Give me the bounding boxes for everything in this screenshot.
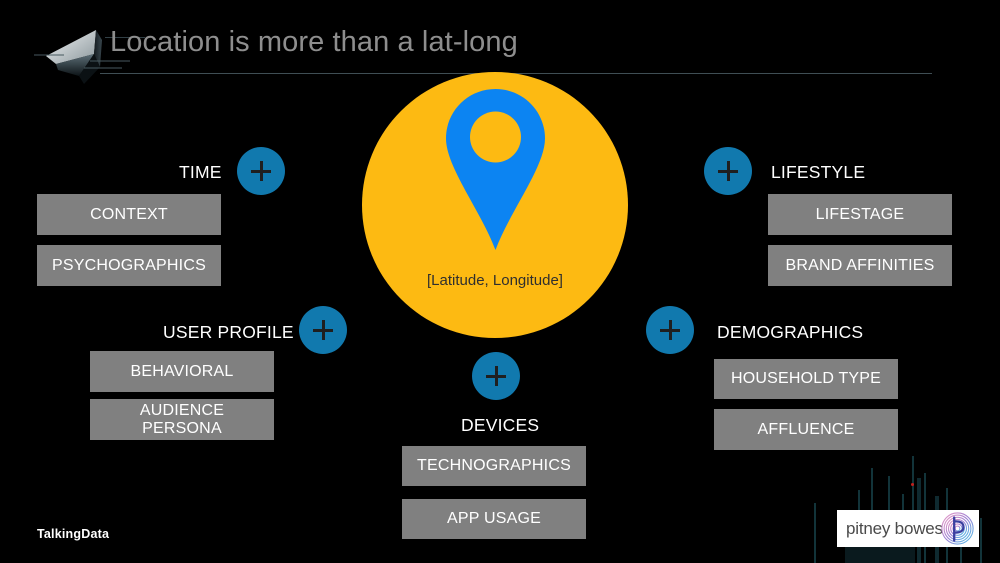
- plus-icon: [660, 320, 680, 340]
- chip-technographics[interactable]: TECHNOGRAPHICS: [402, 446, 586, 486]
- group-label-user-profile: USER PROFILE: [163, 322, 294, 342]
- page-title: Location is more than a lat-long: [110, 26, 518, 58]
- location-caption: [Latitude, Longitude]: [427, 272, 563, 289]
- plus-icon: [718, 161, 738, 181]
- chip-context[interactable]: CONTEXT: [37, 194, 221, 235]
- chip-lifestage[interactable]: LIFESTAGE: [768, 194, 952, 235]
- group-label-lifestyle: LIFESTYLE: [771, 162, 866, 182]
- map-pin-icon: [443, 87, 548, 252]
- plus-icon: [251, 161, 271, 181]
- chip-affluence[interactable]: AFFLUENCE: [714, 409, 898, 450]
- group-label-demographics: DEMOGRAPHICS: [717, 322, 864, 342]
- chip-audience-persona-line1: AUDIENCE: [139, 402, 225, 420]
- expand-badge-demographics[interactable]: [646, 306, 694, 354]
- expand-badge-user-profile[interactable]: [299, 306, 347, 354]
- slide-canvas: Location is more than a lat-long [Latitu…: [0, 0, 1000, 563]
- pitney-bowes-logo: pitney bowes: [837, 510, 979, 547]
- skyline-red-light: [911, 483, 914, 486]
- group-label-time: TIME: [179, 162, 222, 182]
- chip-audience-persona-line2: PERSONA: [142, 419, 222, 437]
- chip-app-usage[interactable]: APP USAGE: [402, 499, 586, 539]
- expand-badge-devices[interactable]: [472, 352, 520, 400]
- plus-icon: [313, 320, 333, 340]
- group-label-devices: DEVICES: [461, 415, 540, 435]
- plus-icon: [486, 366, 506, 386]
- chip-psychographics[interactable]: PSYCHOGRAPHICS: [37, 245, 221, 286]
- chip-behavioral[interactable]: BEHAVIORAL: [90, 351, 274, 392]
- talkingdata-logo: TalkingData: [37, 527, 110, 541]
- pitney-bowes-wordmark: pitney bowes: [846, 518, 943, 538]
- chip-audience-persona[interactable]: AUDIENCE PERSONA: [90, 399, 274, 440]
- expand-badge-lifestyle[interactable]: [704, 147, 752, 195]
- chip-brand-affinities[interactable]: BRAND AFFINITIES: [768, 245, 952, 286]
- pitney-bowes-p-icon: [941, 512, 974, 545]
- expand-badge-time[interactable]: [237, 147, 285, 195]
- chip-household-type[interactable]: HOUSEHOLD TYPE: [714, 359, 898, 399]
